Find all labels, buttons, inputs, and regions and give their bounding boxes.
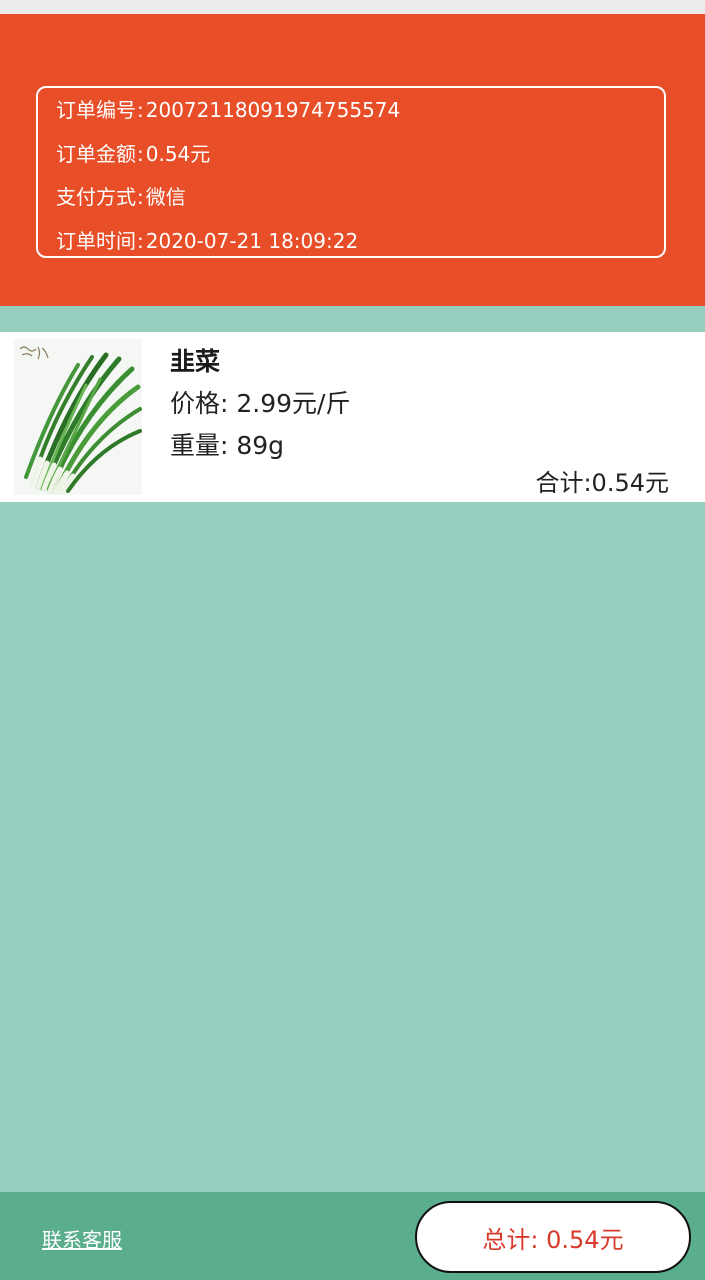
order-amount-label: 订单金额: [56, 141, 136, 166]
order-time-value: 2020-07-21 18:09:22: [145, 228, 359, 253]
payment-method-value: 微信: [145, 185, 186, 209]
product-subtotal: 合计:0.54元: [535, 469, 669, 497]
order-number-value: 20072118091974755574: [145, 98, 401, 122]
order-number-row: 订单编号: 20072118091974755574: [56, 98, 401, 122]
order-amount-row: 订单金额: 0.54元: [56, 141, 211, 166]
total-button[interactable]: 总计: 0.54元: [415, 1201, 691, 1273]
status-bar: [0, 0, 705, 14]
contact-support-link[interactable]: 联系客服: [42, 1224, 122, 1253]
product-item[interactable]: 韭菜 价格: 2.99元/斤 重量: 89g 合计:0.54元: [0, 332, 705, 502]
order-amount-value: 0.54元: [145, 141, 211, 166]
order-header: 订单编号: 20072118091974755574 订单金额: 0.54元 支付方…: [0, 14, 705, 306]
payment-method-label: 支付方式: [56, 185, 136, 209]
chinese-chives-photo: [14, 339, 142, 495]
order-info-card: 订单编号: 20072118091974755574 订单金额: 0.54元 支付方…: [36, 86, 666, 258]
order-number-label: 订单编号: [56, 98, 136, 122]
total-amount: 总计: 0.54元: [482, 1225, 624, 1254]
product-price: 价格: 2.99元/斤: [170, 389, 351, 418]
product-weight: 重量: 89g: [170, 431, 285, 460]
order-time-label: 订单时间: [56, 228, 136, 253]
payment-method-row: 支付方式: 微信: [56, 185, 186, 209]
product-name: 韭菜: [170, 347, 221, 376]
order-time-row: 订单时间: 2020-07-21 18:09:22: [56, 228, 359, 253]
bottom-bar: 联系客服 总计: 0.54元: [0, 1192, 705, 1280]
